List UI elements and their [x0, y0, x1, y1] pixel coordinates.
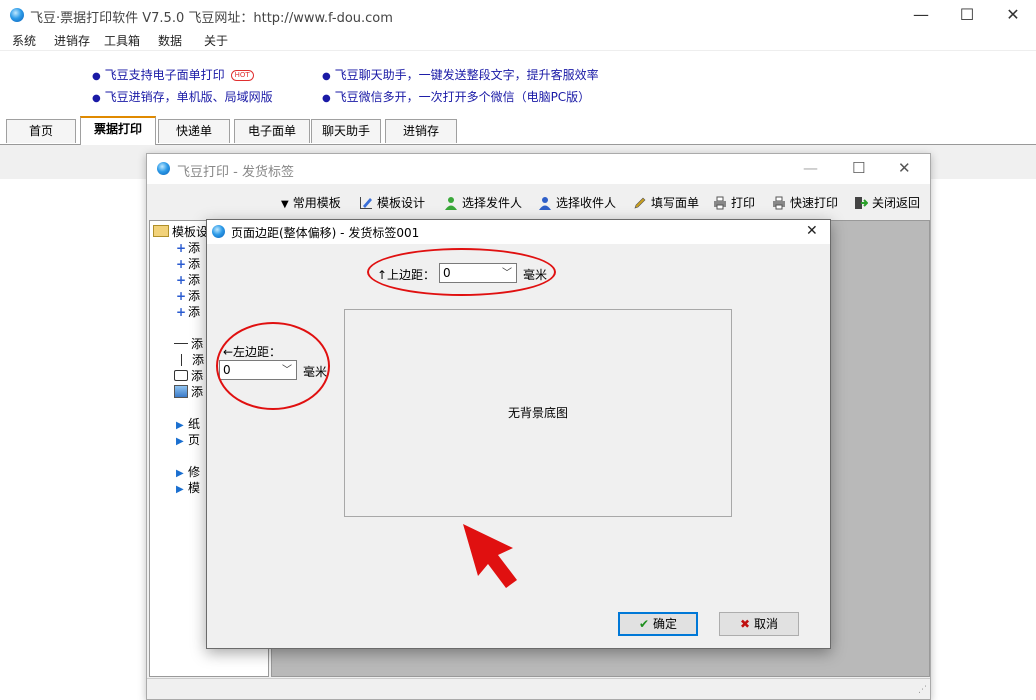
- hot-badge: HOT: [230, 70, 254, 81]
- tree-modify[interactable]: ▶ 修: [176, 463, 200, 480]
- annotation-ellipse-top: [367, 248, 556, 296]
- promo-link-inventory[interactable]: ● 飞豆进销存，单机版、局域网版: [92, 88, 273, 105]
- triangle-right-icon: ▶: [176, 484, 184, 495]
- promo-links: ● 飞豆支持电子面单打印 HOT ● 飞豆进销存，单机版、局域网版 ● 飞豆聊天助…: [0, 50, 1036, 117]
- printer-fast-icon: [773, 196, 785, 210]
- close-button[interactable]: ✕: [990, 0, 1036, 30]
- tree-add-line[interactable]: 添: [174, 335, 203, 352]
- minimize-button[interactable]: —: [898, 0, 944, 30]
- menu-about[interactable]: 关于: [204, 32, 228, 49]
- inner-close-button[interactable]: ✕: [898, 159, 911, 177]
- tree-add-item[interactable]: + 添: [176, 303, 200, 320]
- annotation-arrow-icon: [463, 524, 517, 588]
- tree-add-item[interactable]: + 添: [176, 239, 200, 256]
- plus-icon: +: [176, 257, 187, 271]
- tree-add-image[interactable]: 添: [174, 383, 203, 400]
- person-green-icon: [445, 197, 457, 210]
- plus-icon: +: [176, 305, 187, 319]
- rectangle-icon: [174, 370, 188, 381]
- tab-chat-assistant[interactable]: 聊天助手: [311, 119, 381, 143]
- main-title-bar: 飞豆·票据打印软件 V7.5.0 飞豆网址：http://www.f-dou.c…: [0, 0, 1036, 30]
- image-icon: [174, 385, 188, 398]
- tab-receipt-print[interactable]: 票据打印: [80, 116, 156, 146]
- promo-link-chat-assistant[interactable]: ● 飞豆聊天助手，一键发送整段文字，提升客服效率: [322, 66, 599, 83]
- tab-inventory[interactable]: 进销存: [385, 119, 457, 143]
- plus-icon: +: [176, 289, 187, 303]
- design-icon: [360, 197, 372, 209]
- tab-bar: 首页 票据打印 快递单 电子面单 聊天助手 进销存: [0, 116, 1036, 146]
- toolbar-close-return[interactable]: 关闭返回: [854, 194, 920, 211]
- app-logo-icon: [157, 162, 170, 175]
- printer-icon: [714, 196, 726, 210]
- plus-icon: +: [176, 241, 187, 255]
- dialog-title-bar: 页面边距(整体偏移) - 发货标签001 ✕: [207, 220, 830, 244]
- tab-home[interactable]: 首页: [6, 119, 76, 143]
- menu-system[interactable]: 系统: [12, 32, 36, 49]
- toolbar-select-recipient[interactable]: 选择收件人: [538, 194, 616, 211]
- tab-e-waybill[interactable]: 电子面单: [234, 119, 310, 143]
- toolbar-fill-waybill[interactable]: 填写面单: [633, 194, 699, 211]
- resize-grip-icon[interactable]: ⋰: [918, 685, 927, 695]
- folder-icon: [153, 225, 169, 237]
- preview-text: 无背景底图: [507, 406, 568, 420]
- page-margin-dialog: 页面边距(整体偏移) - 发货标签001 ✕ ↑上边距： 0 ﹀ 毫米 ←左边距…: [206, 219, 831, 649]
- ok-button[interactable]: ✔ 确定: [618, 612, 698, 636]
- inner-maximize-button[interactable]: ☐: [852, 159, 865, 177]
- toolbar-quick-print[interactable]: 快速打印: [772, 194, 838, 211]
- tree-add-vline[interactable]: 添: [174, 351, 204, 368]
- tree-root[interactable]: 模板设: [153, 223, 208, 240]
- pencil-icon: [634, 197, 646, 209]
- maximize-button[interactable]: ☐: [944, 0, 990, 30]
- toolbar-template-design[interactable]: 模板设计: [359, 194, 425, 211]
- toolbar-common-templates[interactable]: ▼ 常用模板: [281, 194, 341, 211]
- tree-template[interactable]: ▶ 模: [176, 479, 200, 496]
- print-window-status-bar: ⋰: [147, 678, 930, 699]
- promo-link-e-waybill[interactable]: ● 飞豆支持电子面单打印 HOT: [92, 66, 254, 83]
- tree-paper[interactable]: ▶ 纸: [176, 415, 200, 432]
- menu-inventory[interactable]: 进销存: [54, 32, 90, 49]
- tree-add-item[interactable]: + 添: [176, 287, 200, 304]
- menu-data[interactable]: 数据: [158, 32, 182, 49]
- print-window-title: 飞豆打印 - 发货标签: [177, 165, 294, 180]
- menu-bar: 系统 进销存 工具箱 数据 关于: [0, 30, 1036, 50]
- exit-icon: [855, 197, 868, 209]
- triangle-right-icon: ▶: [176, 436, 184, 447]
- app-logo-icon: [212, 225, 225, 238]
- main-window-title: 飞豆·票据打印软件 V7.5.0 飞豆网址：http://www.f-dou.c…: [30, 11, 393, 26]
- vertical-line-icon: [174, 354, 182, 366]
- tree-add-rect[interactable]: 添: [174, 367, 203, 384]
- inner-minimize-button[interactable]: —: [803, 159, 818, 177]
- dialog-title: 页面边距(整体偏移) - 发货标签001: [231, 226, 420, 240]
- promo-link-wechat-multi[interactable]: ● 飞豆微信多开，一次打开多个微信（电脑PC版）: [322, 88, 590, 105]
- cross-icon: ✖: [739, 617, 751, 631]
- print-window-title-bar: 飞豆打印 - 发货标签 — ☐ ✕: [147, 154, 930, 184]
- tree-page[interactable]: ▶ 页: [176, 431, 200, 448]
- cancel-button[interactable]: ✖ 取消: [719, 612, 799, 636]
- triangle-right-icon: ▶: [176, 420, 184, 431]
- dialog-close-button[interactable]: ✕: [806, 223, 818, 239]
- toolbar-select-sender[interactable]: 选择发件人: [444, 194, 522, 211]
- toolbar-print[interactable]: 打印: [713, 194, 755, 211]
- annotation-ellipse-left: [216, 322, 330, 410]
- margin-preview: 无背景底图: [344, 309, 732, 517]
- print-toolbar: ▼ 常用模板 模板设计 选择发件人 选择收件人 填写面单 打印 快速打印 关闭返回: [147, 188, 930, 216]
- tree-add-item[interactable]: + 添: [176, 255, 200, 272]
- app-logo-icon: [10, 8, 24, 22]
- line-icon: [174, 343, 188, 344]
- plus-icon: +: [176, 273, 187, 287]
- tab-express[interactable]: 快递单: [158, 119, 230, 143]
- triangle-right-icon: ▶: [176, 468, 184, 479]
- dropdown-arrow-icon: ▼: [281, 199, 289, 210]
- checkmark-icon: ✔: [638, 617, 650, 631]
- menu-toolbox[interactable]: 工具箱: [104, 32, 140, 49]
- person-blue-icon: [539, 197, 551, 210]
- tree-add-item[interactable]: + 添: [176, 271, 200, 288]
